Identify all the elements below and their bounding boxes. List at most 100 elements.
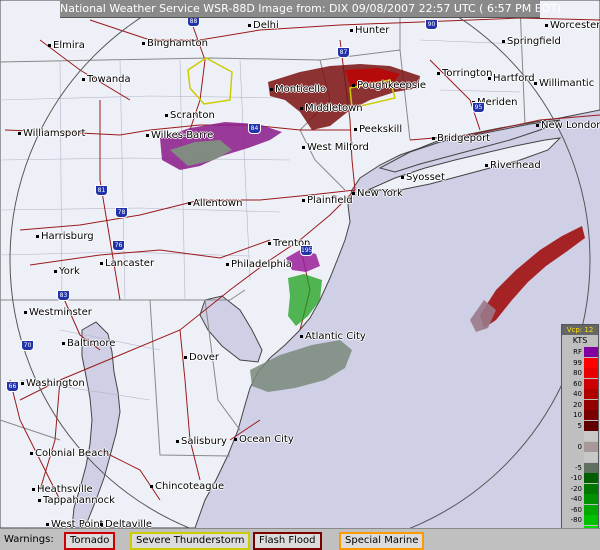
city-name: York xyxy=(59,266,80,277)
city-label: Scranton xyxy=(165,110,215,121)
city-label: Tappahannock xyxy=(38,495,115,506)
legend-swatch xyxy=(584,420,598,431)
interstate-shield-icon: 87 xyxy=(337,47,350,58)
city-dot-icon xyxy=(302,198,305,202)
legend-swatch xyxy=(584,431,598,441)
city-name: Peekskill xyxy=(359,124,403,135)
city-label: Allentown xyxy=(188,198,242,209)
city-name: Scranton xyxy=(170,110,215,121)
city-dot-icon xyxy=(38,498,41,502)
city-dot-icon xyxy=(234,437,237,441)
city-dot-icon xyxy=(150,484,153,488)
warning-legend-special-marine: Special Marine xyxy=(339,532,425,550)
city-name: Bridgeport xyxy=(437,133,491,144)
city-label: Salisbury xyxy=(176,436,227,447)
city-dot-icon xyxy=(188,201,191,205)
legend-swatch xyxy=(584,504,598,515)
city-dot-icon xyxy=(545,23,548,27)
city-name: Atlantic City xyxy=(305,331,366,342)
city-label: New London xyxy=(536,120,600,131)
city-dot-icon xyxy=(300,106,303,110)
legend-value: 80 xyxy=(573,369,582,377)
city-label: Atlantic City xyxy=(300,331,366,342)
city-dot-icon xyxy=(100,261,103,265)
city-label: Peekskill xyxy=(354,124,402,135)
city-name: Ocean City xyxy=(239,434,294,445)
warning-legend-severe-thunderstorm: Severe Thunderstorm xyxy=(130,532,251,550)
city-label: Towanda xyxy=(82,74,131,85)
city-label: Wilkes-Barre xyxy=(146,130,213,141)
legend-value: 10 xyxy=(573,411,582,419)
city-label: Washington xyxy=(21,378,85,389)
city-dot-icon xyxy=(226,262,229,266)
interstate-shield-icon: 84 xyxy=(248,123,261,134)
city-label: Monticello xyxy=(270,84,326,95)
legend-swatch xyxy=(584,378,598,389)
legend-value: 0 xyxy=(577,442,582,451)
warnings-bar: Warnings: Tornado Severe Thunderstorm Flas… xyxy=(0,528,600,550)
city-label: Chincoteague xyxy=(150,481,224,492)
legend-units: KTS xyxy=(572,336,588,345)
city-label: Willimantic xyxy=(534,78,594,89)
city-dot-icon xyxy=(502,39,505,43)
legend-row: 10 xyxy=(562,410,598,420)
legend-row: -10 xyxy=(562,473,598,483)
city-label: Ocean City xyxy=(234,434,294,445)
city-label: Dover xyxy=(184,352,219,363)
interstate-shield-icon: 81 xyxy=(95,185,108,196)
legend-swatch xyxy=(584,494,598,504)
city-name: Willimantic xyxy=(539,78,595,89)
city-dot-icon xyxy=(488,76,491,80)
city-dot-icon xyxy=(142,41,145,45)
city-dot-icon xyxy=(62,341,65,345)
legend-row: 40 xyxy=(562,389,598,399)
city-dot-icon xyxy=(350,28,353,32)
legend-swatch xyxy=(584,483,598,494)
city-name: Salisbury xyxy=(181,436,227,447)
city-label: Springfield xyxy=(502,36,561,47)
city-name: Philadelphia xyxy=(231,259,292,270)
city-dot-icon xyxy=(82,77,85,81)
city-name: Baltimore xyxy=(67,338,116,349)
city-label: Lancaster xyxy=(100,258,154,269)
city-name: Binghamton xyxy=(147,38,208,49)
city-label: Syosset xyxy=(401,172,445,183)
legend-row: -80 xyxy=(562,515,598,525)
legend-swatch xyxy=(584,462,598,473)
legend-swatch xyxy=(584,347,598,357)
legend-swatch xyxy=(584,515,598,525)
city-name: Westminster xyxy=(29,307,92,318)
legend-swatch xyxy=(584,441,598,452)
warning-legend-flash-flood: Flash Flood xyxy=(253,532,322,550)
city-dot-icon xyxy=(165,113,168,117)
legend-value: -20 xyxy=(570,484,582,493)
city-dot-icon xyxy=(24,310,27,314)
city-dot-icon xyxy=(302,145,305,149)
city-name: Elmira xyxy=(53,40,85,51)
city-name: Riverhead xyxy=(490,160,541,171)
city-label: Worcester xyxy=(545,20,600,31)
legend-row: 20 xyxy=(562,399,598,410)
interstate-shield-icon: 83 xyxy=(57,290,70,301)
city-dot-icon xyxy=(48,43,51,47)
city-name: Washington xyxy=(26,378,85,389)
city-dot-icon xyxy=(18,131,21,135)
city-name: Williamsport xyxy=(23,128,86,139)
city-dot-icon xyxy=(270,87,273,91)
city-label: Colonial Beach xyxy=(30,448,109,459)
city-name: Dover xyxy=(189,352,219,363)
city-label: Hunter xyxy=(350,25,389,36)
city-dot-icon xyxy=(248,23,251,27)
interstate-shield-icon: 195 xyxy=(300,245,313,256)
warnings-label: Warnings: xyxy=(4,534,54,545)
city-dot-icon xyxy=(485,163,488,167)
interstate-shield-icon: 95 xyxy=(472,102,485,113)
radar-image: Delhi Hunter Worcester Elmira Binghamton Spri… xyxy=(0,0,600,550)
city-name: West Milford xyxy=(307,142,369,153)
city-name: Chincoteague xyxy=(155,481,225,492)
legend-value: -80 xyxy=(570,516,582,524)
legend-row: -40 xyxy=(562,494,598,504)
image-title-bar: National Weather Service WSR-88D Image f… xyxy=(60,0,561,18)
city-label: Westminster xyxy=(24,307,92,318)
city-dot-icon xyxy=(352,83,355,87)
